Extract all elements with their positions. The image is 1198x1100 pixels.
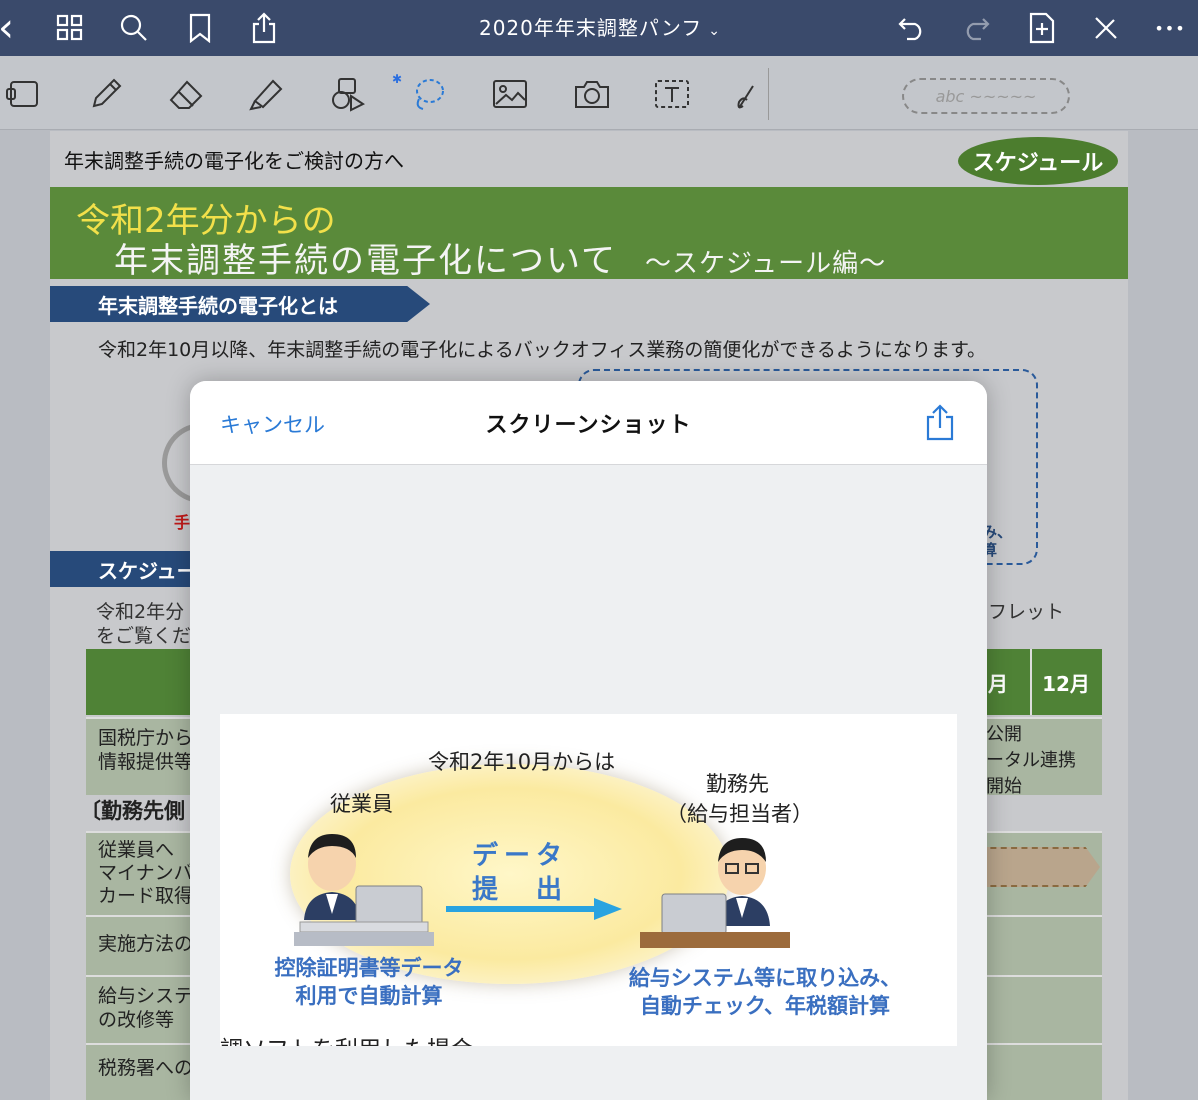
screenshot-sheet: スクリーンショット キャンセル 令和2年10月からは 従業員 勤務先 （給与担当…: [190, 381, 987, 1100]
drawing-toolbar: ✱ abc ~~~~~: [0, 56, 1198, 130]
add-page-button[interactable]: [1022, 8, 1062, 48]
text-box-icon: [655, 80, 689, 108]
more-icon: •••: [1154, 18, 1186, 38]
employer-label: （給与担当者）: [666, 802, 813, 826]
laser-pointer-icon: [737, 85, 754, 109]
banner-line-2: 年末調整手続の電子化について ～スケジュール編～: [114, 233, 886, 282]
document-title-menu[interactable]: 2020年年末調整パンフ ⌄: [430, 12, 770, 41]
share-screenshot-button[interactable]: [922, 403, 958, 443]
search-button[interactable]: [114, 8, 154, 48]
chevron-left-icon: ‹: [0, 8, 14, 48]
schedule-desc-left: 令和2年分: [96, 601, 185, 623]
partial-red-text: 手: [174, 513, 191, 532]
eraser-tool[interactable]: [164, 72, 208, 116]
row-label: 従業員へ マイナンバ カード取得: [98, 839, 194, 908]
employer-label: 勤務先: [706, 772, 769, 796]
banner-title: 年末調整手続の電子化について: [114, 241, 617, 281]
image-tool[interactable]: [488, 72, 532, 116]
undo-icon: [898, 18, 922, 41]
shapes-icon: [332, 78, 365, 112]
section-heading-electronic: 年末調整手続の電子化とは: [50, 286, 430, 322]
more-options-button[interactable]: •••: [1150, 8, 1190, 48]
chevron-down-icon: ⌄: [708, 23, 722, 39]
clipped-text: 調ソフトを利用した場合: [220, 1030, 473, 1046]
row-note: ータル連携: [986, 750, 1076, 771]
captured-image[interactable]: 令和2年10月からは 従業員 勤務先 （給与担当者） データ提 出 控除証明書等…: [220, 714, 957, 1046]
add-page-icon: [1029, 12, 1055, 44]
grid-view-button[interactable]: [50, 8, 90, 48]
top-navigation-bar: ‹ 2020年年末調整パンフ ⌄ •••: [0, 0, 1198, 56]
employer-illustration: [640, 838, 790, 948]
share-icon: [926, 404, 954, 441]
bookmark-button[interactable]: [180, 8, 220, 48]
row-note: 公開: [986, 724, 1022, 745]
row-label: 給与システ の改修等: [98, 985, 194, 1031]
intro-paragraph: 令和2年10月以降、年末調整手続の電子化によるバックオフィス業務の簡便化ができる…: [98, 339, 987, 361]
page-header-text: 年末調整手続の電子化をご検討の方へ: [64, 149, 404, 173]
row-note: 開始: [986, 776, 1022, 797]
row-label: 国税庁から 情報提供等: [98, 727, 194, 773]
title-banner: 令和2年分からの 年末調整手続の電子化について ～スケジュール編～: [50, 187, 1128, 282]
section-heading-schedule: スケジュー: [50, 551, 210, 587]
right-caption: 給与システム等に取り込み、 自動チェック、年税額計算: [628, 966, 902, 1019]
cancel-button[interactable]: キャンセル: [220, 409, 325, 439]
lasso-icon: [416, 79, 444, 110]
camera-icon: [575, 81, 609, 108]
tablet-icon: [6, 81, 38, 107]
grid-icon: [56, 14, 83, 41]
schedule-desc-right: フレット: [988, 601, 1065, 623]
schedule-desc-left: をご覧くだ: [96, 625, 192, 647]
pen-icon: [92, 78, 122, 108]
back-button[interactable]: ‹: [0, 8, 26, 48]
lasso-tool[interactable]: [406, 72, 450, 116]
text-tool[interactable]: [650, 72, 694, 116]
employee-illustration: [294, 834, 434, 946]
row-label: 税務署への: [98, 1057, 194, 1079]
schedule-dashed-arrow: [980, 847, 1100, 887]
undo-button[interactable]: [892, 8, 932, 48]
row-label: 実施方法の: [98, 933, 194, 955]
handwriting-input[interactable]: abc ~~~~~: [902, 78, 1070, 114]
sheet-header: スクリーンショット キャンセル: [190, 381, 987, 465]
pen-settings-button[interactable]: [1086, 8, 1126, 48]
left-caption: 控除証明書等データ 利用で自動計算: [274, 956, 464, 1009]
eraser-icon: [169, 80, 203, 109]
schedule-badge: スケジュール: [958, 137, 1118, 185]
data-submission-label: データ提 出: [472, 841, 569, 905]
shape-tool[interactable]: [326, 72, 370, 116]
redo-icon: [966, 18, 990, 41]
pen-off-icon: [1095, 17, 1117, 39]
bookmark-icon: [189, 13, 211, 43]
read-mode-tool[interactable]: [0, 72, 44, 116]
bluetooth-icon: ✱: [392, 72, 403, 86]
share-button[interactable]: [244, 8, 284, 48]
pen-tool[interactable]: [84, 72, 128, 116]
employer-side-label: 〔勤務先側: [80, 799, 185, 823]
camera-tool[interactable]: [570, 72, 614, 116]
employee-label: 従業員: [330, 792, 393, 816]
image-heading: 令和2年10月からは: [428, 750, 616, 774]
document-title: 2020年年末調整パンフ: [478, 16, 703, 40]
search-icon: [120, 14, 147, 41]
image-icon: [493, 80, 527, 108]
redo-button[interactable]: [956, 8, 996, 48]
highlighter-icon: [249, 79, 283, 111]
month-header: 12月: [1030, 649, 1100, 715]
toolbar-divider: [768, 68, 769, 120]
share-icon: [252, 12, 276, 44]
highlighter-tool[interactable]: [244, 72, 288, 116]
banner-subtitle: ～スケジュール編～: [644, 249, 887, 279]
laser-pointer-tool[interactable]: [722, 72, 766, 116]
